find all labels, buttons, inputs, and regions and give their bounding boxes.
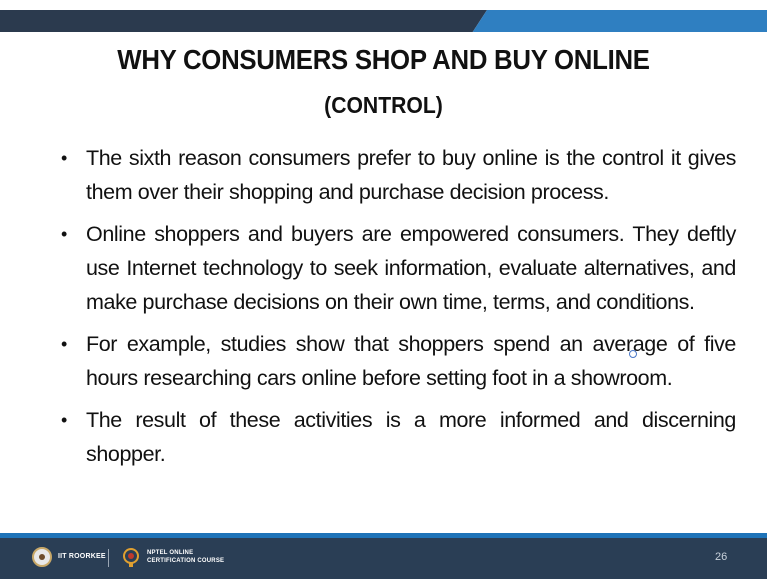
course-label: NPTEL ONLINE CERTIFICATION COURSE: [147, 549, 224, 565]
institute-label: IIT ROORKEE: [58, 553, 106, 560]
slide-title: WHY CONSUMERS SHOP AND BUY ONLINE: [117, 44, 650, 75]
bullet-text: The result of these activities is a more…: [86, 408, 736, 466]
bullet-item: • The sixth reason consumers prefer to b…: [58, 141, 736, 209]
bullet-text: For example, studies show that shoppers …: [86, 332, 736, 390]
bullet-text: The sixth reason consumers prefer to buy…: [86, 146, 736, 204]
footer-bar: IIT ROORKEE NPTEL ONLINE CERTIFICATION C…: [0, 538, 767, 579]
top-banner: [0, 0, 767, 33]
bullet-list: • The sixth reason consumers prefer to b…: [58, 141, 736, 479]
bullet-icon: •: [61, 224, 67, 244]
course-label-line1: NPTEL ONLINE: [147, 550, 194, 556]
footer-divider: [108, 549, 109, 567]
bullet-item: • The result of these activities is a mo…: [58, 403, 736, 471]
bullet-item: • For example, studies show that shopper…: [58, 327, 736, 395]
bullet-text: Online shoppers and buyers are empowered…: [86, 222, 736, 314]
bullet-icon: •: [61, 410, 67, 430]
page-number: 26: [715, 551, 728, 563]
bullet-item: • Online shoppers and buyers are empower…: [58, 217, 736, 319]
bullet-icon: •: [61, 334, 67, 354]
iit-roorkee-logo-icon: [32, 547, 52, 567]
nptel-logo-icon: [123, 548, 139, 567]
pointer-cursor-icon: [629, 350, 637, 358]
course-label-line2: CERTIFICATION COURSE: [147, 558, 225, 564]
top-banner-graphic: [0, 0, 767, 33]
slide-subtitle: (CONTROL): [324, 92, 443, 118]
bullet-icon: •: [61, 148, 67, 168]
